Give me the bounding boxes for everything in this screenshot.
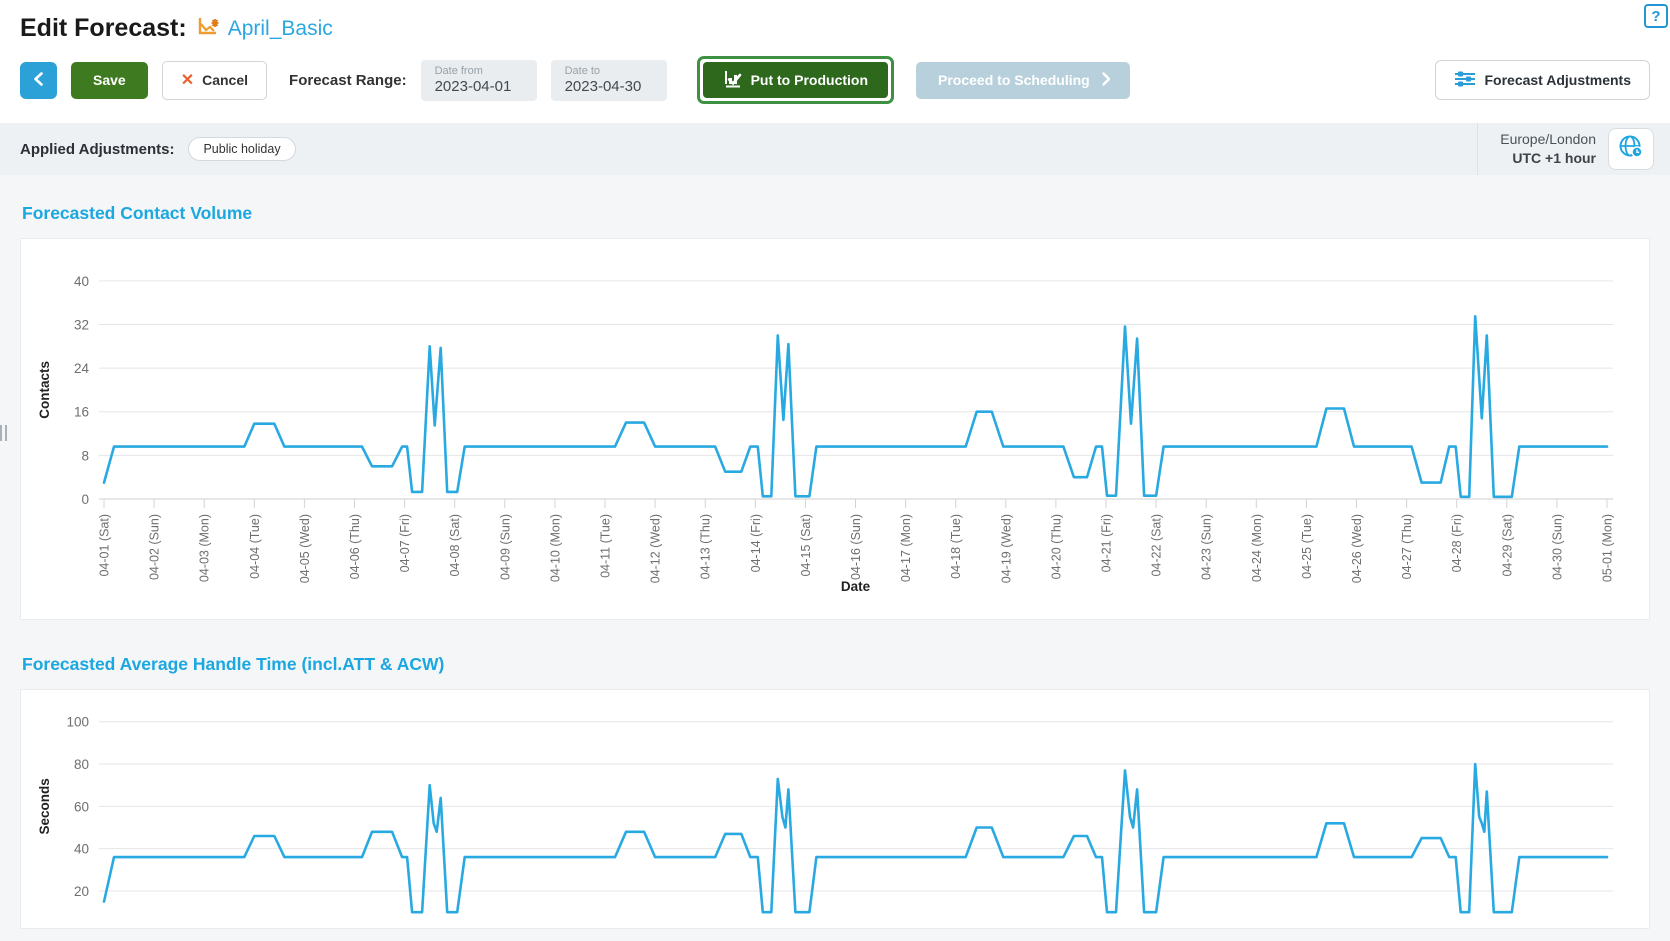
chevron-left-icon <box>30 70 48 91</box>
svg-text:04-11 (Tue): 04-11 (Tue) <box>599 514 613 578</box>
forecast-line-series <box>104 764 1607 912</box>
svg-text:04-04 (Tue): 04-04 (Tue) <box>248 514 262 579</box>
svg-text:20: 20 <box>74 884 89 899</box>
applied-adjustments-label: Applied Adjustments: <box>20 141 174 158</box>
svg-text:04-28 (Fri): 04-28 (Fri) <box>1450 514 1464 572</box>
sliders-icon <box>1454 70 1476 91</box>
svg-text:04-16 (Sun): 04-16 (Sun) <box>849 514 863 580</box>
page-title: Edit Forecast: <box>20 14 187 43</box>
svg-text:04-21 (Fri): 04-21 (Fri) <box>1100 514 1114 572</box>
svg-text:04-17 (Mon): 04-17 (Mon) <box>899 514 913 582</box>
contact-volume-chart-title: Forecasted Contact Volume <box>22 203 1650 224</box>
svg-text:40: 40 <box>74 274 89 289</box>
applied-adjustments-band: Applied Adjustments: Public holiday Euro… <box>0 123 1670 175</box>
contact-volume-chart-panel[interactable]: 0 8 16 24 32 40 Contacts 04-01 (Sat) 04-02 (Sun)… <box>20 238 1650 620</box>
forecast-adjustments-button[interactable]: Forecast Adjustments <box>1435 60 1650 100</box>
svg-text:04-15 (Sat): 04-15 (Sat) <box>799 514 813 577</box>
svg-text:04-26 (Wed): 04-26 (Wed) <box>1350 514 1364 583</box>
proceed-label: Proceed to Scheduling <box>938 72 1090 88</box>
svg-text:04-19 (Wed): 04-19 (Wed) <box>999 514 1013 583</box>
svg-text:04-18 (Tue): 04-18 (Tue) <box>949 514 963 579</box>
svg-text:05-01 (Mon): 05-01 (Mon) <box>1601 514 1615 582</box>
proceed-to-scheduling-button: Proceed to Scheduling <box>916 62 1130 99</box>
date-from-field[interactable]: Date from 2023-04-01 <box>421 60 537 101</box>
svg-text:100: 100 <box>66 715 89 730</box>
svg-text:40: 40 <box>74 842 89 857</box>
line-chart-0: 0 8 16 24 32 40 Contacts 04-01 (Sat) 04-02 (Sun)… <box>21 239 1649 619</box>
put-to-production-label: Put to Production <box>751 72 868 88</box>
cancel-button[interactable]: ✕ Cancel <box>162 61 267 100</box>
svg-text:04-09 (Sun): 04-09 (Sun) <box>498 514 512 580</box>
svg-text:04-20 (Thu): 04-20 (Thu) <box>1049 514 1063 579</box>
cancel-label: Cancel <box>202 72 248 88</box>
toolbar: Save ✕ Cancel Forecast Range: Date from … <box>0 59 1670 101</box>
timezone-info: Europe/London UTC +1 hour <box>1500 130 1596 168</box>
svg-text:04-05 (Wed): 04-05 (Wed) <box>298 514 312 583</box>
svg-text:Contacts: Contacts <box>37 361 52 419</box>
forecast-range-label: Forecast Range: <box>289 72 407 89</box>
timezone-globe-button[interactable] <box>1608 128 1654 170</box>
band-divider <box>1477 123 1478 175</box>
svg-text:04-12 (Wed): 04-12 (Wed) <box>649 514 663 583</box>
svg-text:24: 24 <box>74 361 90 376</box>
svg-text:04-07 (Fri): 04-07 (Fri) <box>398 514 412 572</box>
timezone-region: Europe/London <box>1500 130 1596 149</box>
line-chart-1: 20 40 60 80 100 Seconds <box>21 690 1649 928</box>
svg-text:04-03 (Mon): 04-03 (Mon) <box>198 514 212 582</box>
svg-text:8: 8 <box>81 448 89 463</box>
svg-text:32: 32 <box>74 317 89 332</box>
svg-text:04-30 (Sun): 04-30 (Sun) <box>1550 514 1564 580</box>
forecast-name: April_Basic <box>228 17 333 41</box>
svg-text:04-24 (Mon): 04-24 (Mon) <box>1250 514 1264 582</box>
forecast-line-series <box>104 316 1607 497</box>
svg-text:04-14 (Fri): 04-14 (Fri) <box>749 514 763 572</box>
forecast-adjustments-label: Forecast Adjustments <box>1484 72 1631 88</box>
forecast-chart-icon <box>197 15 221 43</box>
svg-text:16: 16 <box>74 405 89 420</box>
svg-text:04-25 (Tue): 04-25 (Tue) <box>1300 514 1314 579</box>
help-icon[interactable]: ? <box>1644 4 1668 28</box>
svg-text:04-08 (Sat): 04-08 (Sat) <box>448 514 462 577</box>
svg-text:Seconds: Seconds <box>37 778 52 834</box>
adjustment-chip[interactable]: Public holiday <box>188 137 295 161</box>
svg-text:80: 80 <box>74 757 89 772</box>
chevron-right-icon <box>1098 71 1114 90</box>
page-body: Forecasted Contact Volume 0 8 16 24 32 40 Cont… <box>0 175 1670 941</box>
svg-text:04-10 (Mon): 04-10 (Mon) <box>548 514 562 582</box>
date-to-label: Date to <box>565 65 653 77</box>
svg-text:04-06 (Thu): 04-06 (Thu) <box>348 514 362 579</box>
panel-resize-handle[interactable] <box>0 425 7 441</box>
cancel-x-icon: ✕ <box>181 70 194 90</box>
date-to-field[interactable]: Date to 2023-04-30 <box>551 60 667 101</box>
svg-text:04-13 (Thu): 04-13 (Thu) <box>699 514 713 579</box>
forecast-name-link[interactable]: April_Basic <box>197 15 333 43</box>
svg-text:04-02 (Sun): 04-02 (Sun) <box>148 514 162 580</box>
svg-text:04-22 (Sat): 04-22 (Sat) <box>1150 514 1164 577</box>
date-from-value: 2023-04-01 <box>435 78 523 95</box>
date-to-value: 2023-04-30 <box>565 78 653 95</box>
timezone-offset: UTC +1 hour <box>1500 149 1596 168</box>
back-button[interactable] <box>20 62 57 99</box>
applied-adjustments-chips: Public holiday <box>188 137 295 161</box>
handle-time-chart-panel[interactable]: 20 40 60 80 100 Seconds <box>20 689 1650 929</box>
globe-icon <box>1617 134 1645 165</box>
handle-time-chart-title: Forecasted Average Handle Time (incl.ATT… <box>22 654 1650 675</box>
put-to-production-highlight-ring: Put to Production <box>697 56 894 104</box>
svg-text:04-29 (Sat): 04-29 (Sat) <box>1500 514 1514 577</box>
svg-text:0: 0 <box>81 492 89 507</box>
svg-text:60: 60 <box>74 799 89 814</box>
svg-text:04-23 (Sun): 04-23 (Sun) <box>1200 514 1214 580</box>
svg-text:04-27 (Thu): 04-27 (Thu) <box>1400 514 1414 579</box>
svg-text:Date: Date <box>841 579 871 594</box>
put-to-production-button[interactable]: Put to Production <box>703 62 888 98</box>
production-chart-check-icon <box>723 70 743 91</box>
svg-text:04-01 (Sat): 04-01 (Sat) <box>98 514 112 577</box>
save-button[interactable]: Save <box>71 62 148 99</box>
date-from-label: Date from <box>435 65 523 77</box>
page-header: Edit Forecast: April_Basic ? <box>0 0 1670 43</box>
